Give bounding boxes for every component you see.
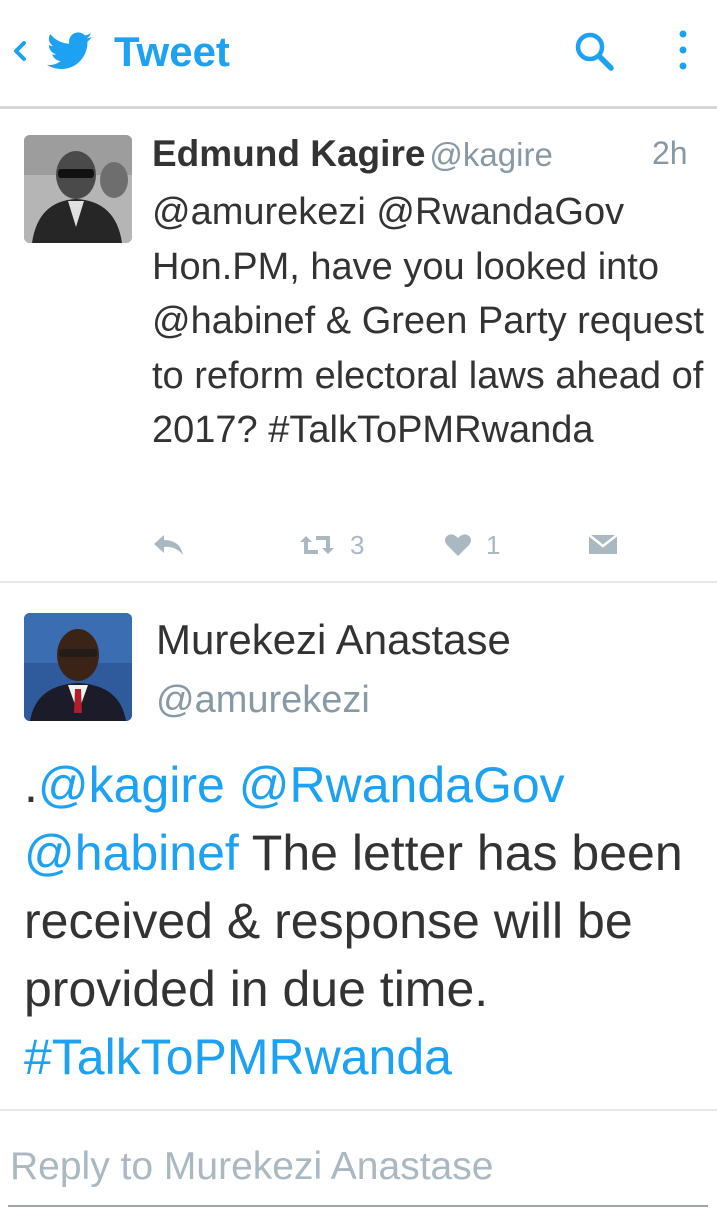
twitter-bird-icon: [47, 32, 93, 70]
tweet-card[interactable]: Edmund Kagire @kagire 2h @amurekezi @Rwan…: [0, 109, 717, 583]
reply-icon: [154, 535, 183, 555]
more-vertical-icon[interactable]: [668, 26, 698, 76]
tweet-text-segment: Hon.PM, have you looked into: [152, 245, 659, 288]
reply-input[interactable]: Reply to Murekezi Anastase: [10, 1140, 493, 1194]
envelope-icon: [588, 534, 618, 554]
tweet-link[interactable]: @kagire: [38, 757, 225, 813]
author-handle[interactable]: @kagire: [429, 136, 552, 173]
avatar-photo: [24, 613, 132, 721]
tweet-link[interactable]: @RwandaGov: [239, 757, 565, 813]
author-handle[interactable]: @amurekezi: [156, 675, 370, 725]
heart-icon: [445, 534, 471, 556]
tweet-text-segment: @amurekezi: [152, 191, 377, 233]
search-icon[interactable]: [570, 26, 618, 76]
tweet-text-segment: #TalkToPMRwanda: [268, 409, 594, 451]
author-display-name[interactable]: Murekezi Anastase: [156, 613, 511, 667]
tweet-link[interactable]: @habinef: [24, 825, 239, 881]
chevron-left-icon[interactable]: [8, 28, 30, 74]
author-display-name[interactable]: Edmund Kagire: [152, 133, 425, 174]
tweet-text: .@kagire @RwandaGov @habinef The letter …: [24, 751, 714, 1091]
retweet-icon: [300, 536, 334, 554]
reply-input-underline: [8, 1205, 708, 1207]
tweet-text-segment: @habinef: [152, 300, 316, 342]
tweet-text-segment: @RwandaGov: [376, 191, 625, 233]
tweet-link[interactable]: #TalkToPMRwanda: [24, 1029, 452, 1085]
reply-button[interactable]: [152, 525, 186, 565]
tweet-text: @amurekezi @RwandaGov Hon.PM, have you l…: [152, 185, 712, 458]
page-title: Tweet: [114, 28, 230, 75]
like-count: 1: [486, 529, 501, 560]
retweet-button[interactable]: 3: [298, 525, 364, 565]
direct-message-button[interactable]: [588, 525, 618, 565]
top-app-bar: Tweet: [0, 0, 717, 109]
author-name[interactable]: Edmund Kagire @kagire: [152, 129, 553, 180]
avatar[interactable]: [24, 135, 132, 243]
avatar-photo: [24, 135, 132, 243]
avatar[interactable]: [24, 613, 132, 721]
tweet-text-segment: .: [24, 757, 38, 813]
timestamp: 2h: [652, 135, 688, 171]
tweet-detail: Murekezi Anastase @amurekezi .@kagire @R…: [0, 583, 717, 1111]
tweet-actions: 3 1: [152, 525, 632, 565]
like-button[interactable]: 1: [444, 525, 500, 565]
retweet-count: 3: [350, 529, 365, 560]
tweet-text-segment: [225, 757, 239, 813]
